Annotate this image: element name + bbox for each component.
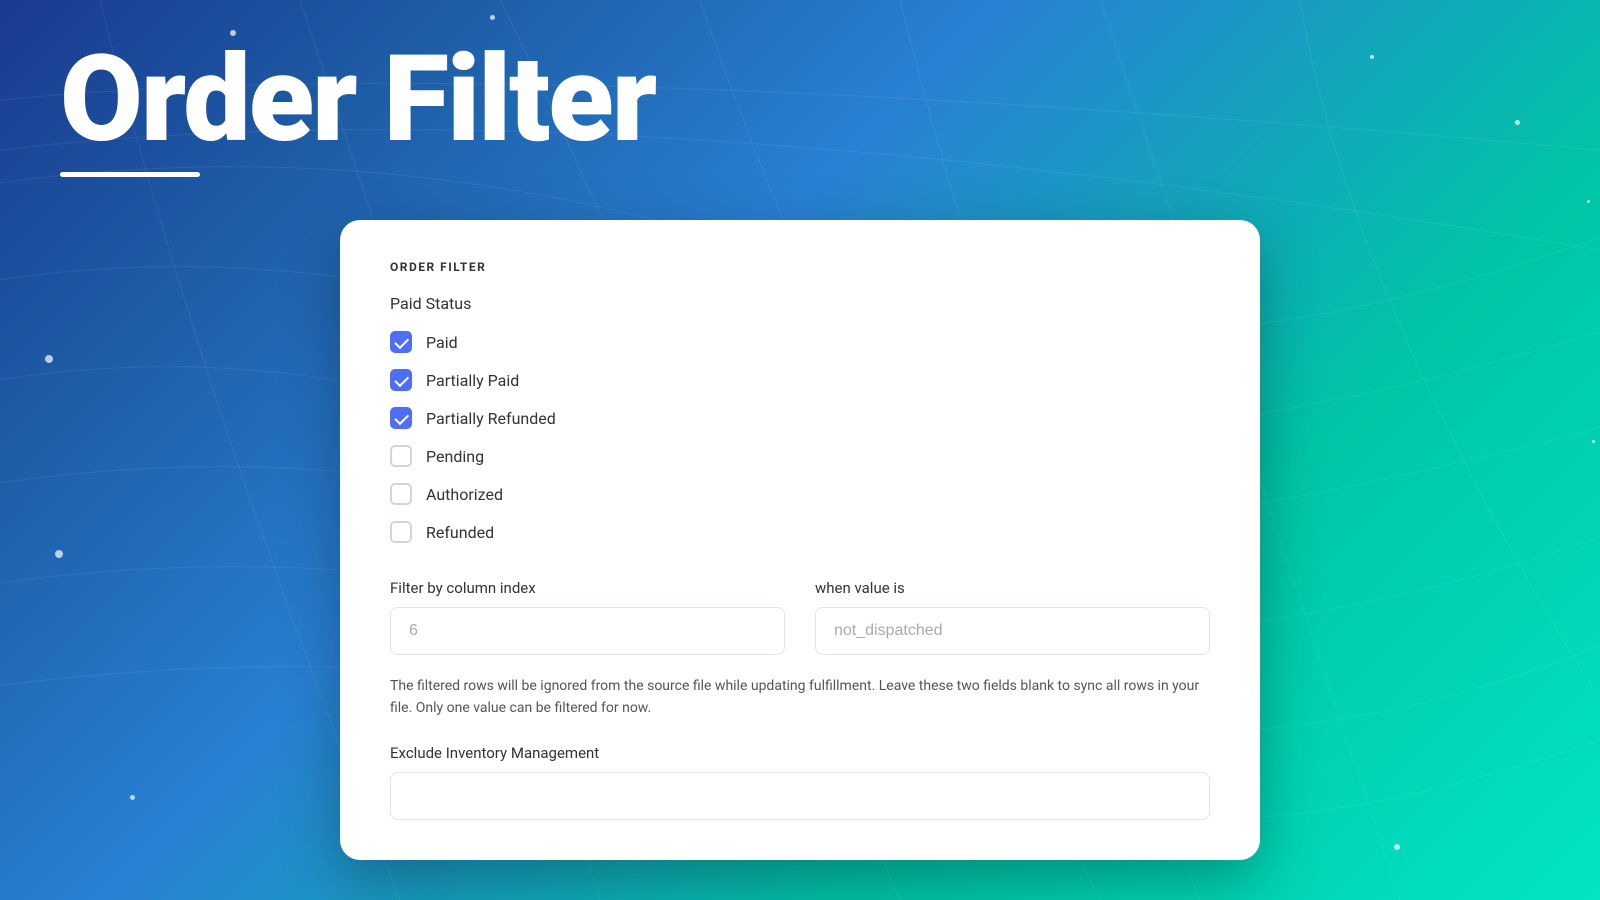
filter-column-input[interactable]	[390, 607, 785, 655]
paid-status-label: Paid Status	[390, 294, 1210, 313]
checkbox-refunded-label: Refunded	[426, 523, 494, 542]
checkbox-partially-paid-label: Partially Paid	[426, 371, 519, 390]
checkbox-pending[interactable]: Pending	[390, 445, 1210, 467]
checkbox-paid-label: Paid	[426, 333, 458, 352]
filter-value-col: when value is	[815, 579, 1210, 655]
checkbox-partially-refunded[interactable]: Partially Refunded	[390, 407, 1210, 429]
filter-column-col: Filter by column index	[390, 579, 785, 655]
checkbox-refunded[interactable]: Refunded	[390, 521, 1210, 543]
filter-value-input[interactable]	[815, 607, 1210, 655]
header-area: Order Filter	[0, 0, 1600, 177]
filter-column-label: Filter by column index	[390, 579, 785, 597]
card-section-title: ORDER FILTER	[390, 260, 1210, 274]
checkbox-partially-paid-box[interactable]	[390, 369, 412, 391]
exclude-input[interactable]	[390, 772, 1210, 820]
checkbox-partially-refunded-label: Partially Refunded	[426, 409, 556, 428]
checkbox-paid[interactable]: Paid	[390, 331, 1210, 353]
checkbox-paid-box[interactable]	[390, 331, 412, 353]
exclude-label: Exclude Inventory Management	[390, 744, 1210, 762]
checkbox-list: Paid Partially Paid Partially Refunded P…	[390, 331, 1210, 543]
checkbox-partially-refunded-box[interactable]	[390, 407, 412, 429]
filter-note: The filtered rows will be ignored from t…	[390, 675, 1210, 720]
checkbox-authorized-box[interactable]	[390, 483, 412, 505]
checkbox-authorized-label: Authorized	[426, 485, 503, 504]
checkbox-partially-paid[interactable]: Partially Paid	[390, 369, 1210, 391]
checkbox-authorized[interactable]: Authorized	[390, 483, 1210, 505]
page-title: Order Filter	[60, 40, 1540, 160]
card-wrapper: ORDER FILTER Paid Status Paid Partially …	[340, 220, 1260, 860]
checkbox-refunded-box[interactable]	[390, 521, 412, 543]
order-filter-card: ORDER FILTER Paid Status Paid Partially …	[340, 220, 1260, 860]
title-underline	[60, 172, 200, 177]
filter-value-label: when value is	[815, 579, 1210, 597]
checkbox-pending-label: Pending	[426, 447, 484, 466]
checkbox-pending-box[interactable]	[390, 445, 412, 467]
filter-row: Filter by column index when value is	[390, 579, 1210, 655]
